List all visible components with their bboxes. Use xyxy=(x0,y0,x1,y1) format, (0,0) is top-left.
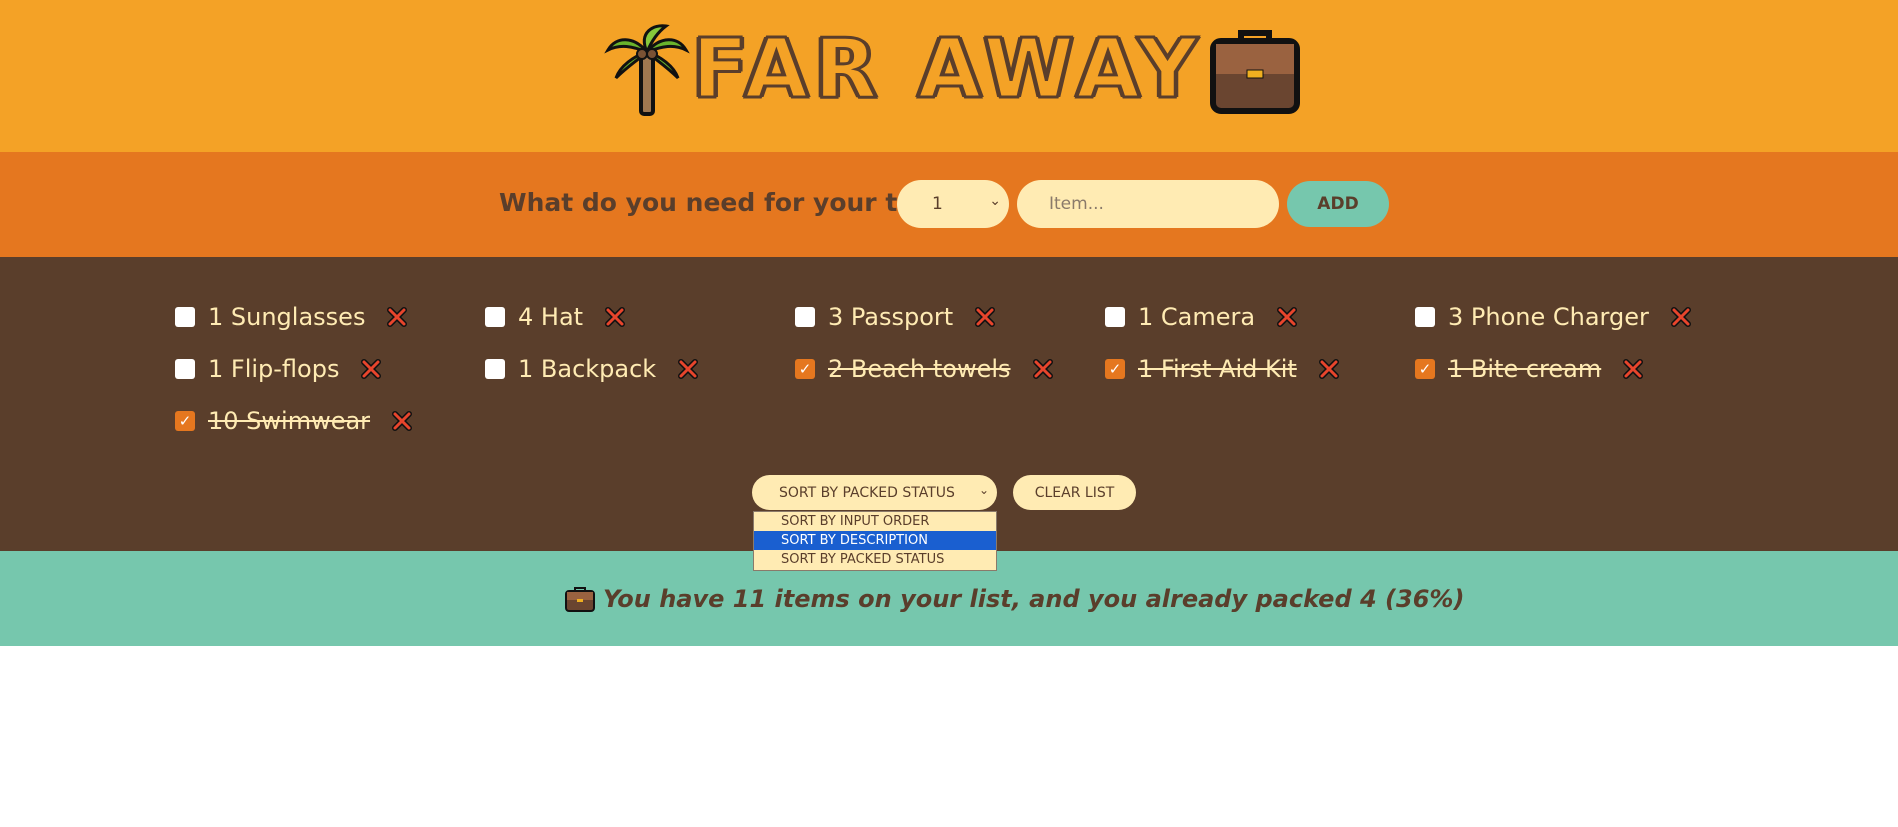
brand-title: FAR AWAY xyxy=(690,21,1204,119)
delete-icon[interactable] xyxy=(605,307,626,327)
sort-select[interactable]: SORT BY PACKED STATUS ⌄ xyxy=(752,475,997,510)
item-label: 1 Sunglasses xyxy=(208,303,366,331)
packed-checkbox[interactable] xyxy=(175,307,195,327)
delete-icon[interactable] xyxy=(1318,359,1339,379)
list-item: 1 Camera xyxy=(1105,300,1298,334)
packed-checkbox[interactable]: ✓ xyxy=(175,411,195,431)
item-label: 3 Passport xyxy=(828,303,954,331)
item-label: 1 Camera xyxy=(1138,303,1256,331)
list-item: ✓ 10 Swimwear xyxy=(175,404,413,438)
packed-checkbox[interactable] xyxy=(1415,307,1435,327)
chevron-down-icon: ⌄ xyxy=(978,483,989,497)
form-question: What do you need for your trip? xyxy=(499,188,951,217)
list-item: ✓ 2 Beach towels xyxy=(795,352,1053,386)
sort-option-input-order[interactable]: SORT BY INPUT ORDER xyxy=(754,512,996,531)
item-label: 2 Beach towels xyxy=(828,355,1011,383)
delete-icon[interactable] xyxy=(975,307,996,327)
list-item: 1 Backpack xyxy=(485,352,699,386)
packed-checkbox[interactable] xyxy=(1105,307,1125,327)
sort-dropdown: SORT BY INPUT ORDER SORT BY DESCRIPTION … xyxy=(753,511,997,571)
briefcase-icon xyxy=(565,587,595,612)
packed-checkbox[interactable] xyxy=(175,359,195,379)
packed-checkbox[interactable] xyxy=(485,359,505,379)
item-label: 1 Bite cream xyxy=(1448,355,1602,383)
add-button[interactable]: ADD xyxy=(1287,181,1389,227)
delete-icon[interactable] xyxy=(1277,307,1298,327)
list-item: 3 Phone Charger xyxy=(1415,300,1691,334)
list-item: 1 Flip-flops xyxy=(175,352,382,386)
chevron-down-icon: ⌄ xyxy=(989,193,1001,209)
sort-value: SORT BY PACKED STATUS xyxy=(779,484,955,501)
list-item: ✓ 1 First Aid Kit xyxy=(1105,352,1339,386)
delete-icon[interactable] xyxy=(1032,359,1053,379)
list-item: 3 Passport xyxy=(795,300,996,334)
logo: FAR AWAY xyxy=(604,21,1301,119)
item-label: 4 Hat xyxy=(518,303,584,331)
packed-checkbox[interactable] xyxy=(485,307,505,327)
delete-icon[interactable] xyxy=(678,359,699,379)
list-item: ✓ 1 Bite cream xyxy=(1415,352,1644,386)
list-item: 4 Hat xyxy=(485,300,626,334)
item-label: 3 Phone Charger xyxy=(1448,303,1649,331)
item-label: 10 Swimwear xyxy=(208,407,371,435)
sort-option-description[interactable]: SORT BY DESCRIPTION xyxy=(754,531,996,550)
item-input[interactable]: Item... xyxy=(1017,180,1279,228)
delete-icon[interactable] xyxy=(361,359,382,379)
quantity-select[interactable]: 1 ⌄ xyxy=(897,180,1009,228)
packed-checkbox[interactable] xyxy=(795,307,815,327)
item-label: 1 Backpack xyxy=(518,355,657,383)
sort-option-packed-status[interactable]: SORT BY PACKED STATUS xyxy=(754,550,996,569)
delete-icon[interactable] xyxy=(392,411,413,431)
item-placeholder: Item... xyxy=(1049,194,1104,214)
stats-text: You have 11 items on your list, and you … xyxy=(603,585,1465,613)
delete-icon[interactable] xyxy=(387,307,408,327)
packed-checkbox[interactable]: ✓ xyxy=(1105,359,1125,379)
item-label: 1 First Aid Kit xyxy=(1138,355,1297,383)
stats-row: You have 11 items on your list, and you … xyxy=(565,585,1464,613)
clear-list-button[interactable]: CLEAR LIST xyxy=(1013,475,1136,510)
list-item: 1 Sunglasses xyxy=(175,300,408,334)
palm-tree-icon xyxy=(604,24,690,116)
quantity-value: 1 xyxy=(932,194,943,214)
delete-icon[interactable] xyxy=(1670,307,1691,327)
delete-icon[interactable] xyxy=(1623,359,1644,379)
briefcase-icon xyxy=(1210,29,1301,114)
packed-checkbox[interactable]: ✓ xyxy=(795,359,815,379)
item-label: 1 Flip-flops xyxy=(208,355,340,383)
packed-checkbox[interactable]: ✓ xyxy=(1415,359,1435,379)
